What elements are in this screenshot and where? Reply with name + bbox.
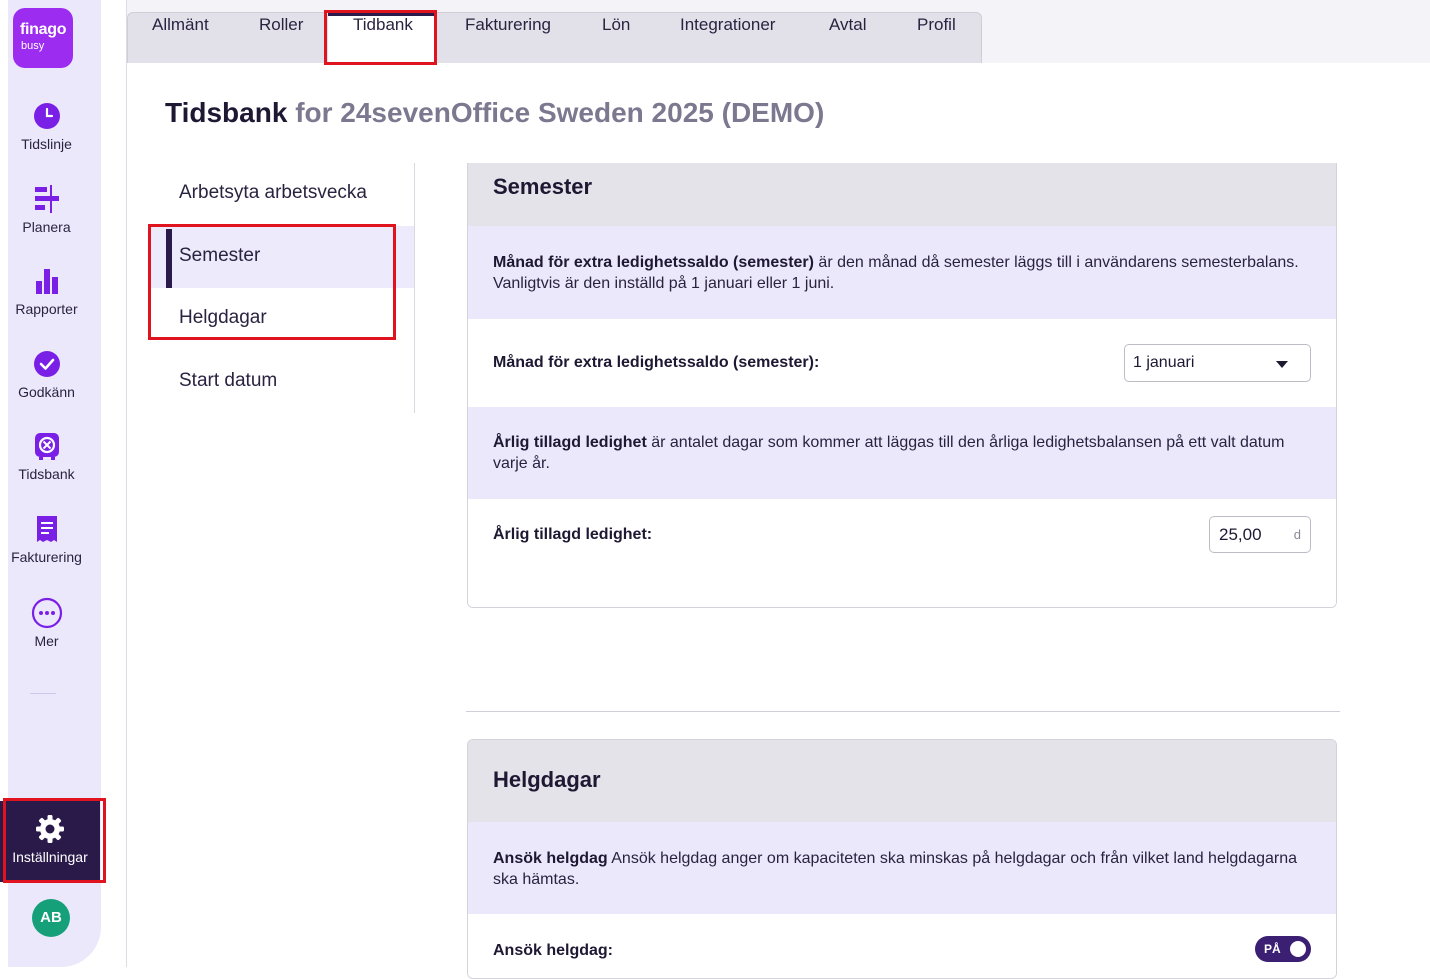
tab-integrationer[interactable]: Integrationer — [680, 15, 775, 35]
logo-product: busy — [21, 40, 45, 52]
sidebar-item-godkann[interactable]: Godkänn — [0, 348, 93, 400]
semester-card: Semester Månad för extra ledighetssaldo … — [467, 163, 1337, 608]
holiday-apply-toggle[interactable]: PÅ — [1255, 936, 1311, 962]
tab-profil[interactable]: Profil — [917, 15, 956, 35]
highlight-box-tab — [324, 10, 437, 65]
month-select-value: 1 januari — [1133, 354, 1195, 371]
holiday-info: Ansök helgdag Ansök helgdag anger om kap… — [468, 822, 1336, 914]
sidebar-item-rapporter[interactable]: Rapporter — [0, 265, 93, 317]
section-divider — [466, 711, 1340, 712]
sidebar-item-tidslinje[interactable]: Tidslinje — [0, 100, 93, 152]
highlight-box-side-menu — [148, 224, 396, 340]
sidebar-item-planera[interactable]: Planera — [0, 183, 93, 235]
highlight-box-settings — [3, 798, 106, 883]
main-border — [126, 0, 127, 967]
sidebar-item-label: Godkänn — [18, 384, 75, 400]
plan-icon — [34, 185, 59, 213]
annual-leave-label: Årlig tillagd ledighet: — [493, 526, 653, 543]
tab-lon[interactable]: Lön — [602, 15, 630, 35]
holiday-apply-label: Ansök helgdag: — [493, 942, 614, 959]
info-term: Ansök helgdag — [493, 850, 608, 867]
annual-leave-info: Årlig tillagd ledighet är antalet dagar … — [468, 407, 1336, 499]
holiday-apply-row: Ansök helgdag: PÅ — [468, 914, 1336, 978]
info-term: Årlig tillagd ledighet — [493, 434, 647, 451]
bar-chart-icon — [35, 269, 58, 294]
semester-month-info: Månad för extra ledighetssaldo (semester… — [468, 226, 1336, 319]
tab-avtal[interactable]: Avtal — [829, 15, 867, 35]
clock-icon — [33, 103, 60, 129]
sidebar-item-label: Fakturering — [11, 549, 82, 565]
info-term: Månad för extra ledighetssaldo (semester… — [493, 254, 814, 271]
tab-allmant[interactable]: Allmänt — [152, 15, 209, 35]
month-label: Månad för extra ledighetssaldo (semester… — [493, 354, 820, 371]
helgdagar-card: Helgdagar Ansök helgdag Ansök helgdag an… — [467, 739, 1337, 979]
tab-fakturering[interactable]: Fakturering — [465, 15, 551, 35]
timebank-icon — [34, 433, 59, 460]
tab-roller[interactable]: Roller — [259, 15, 303, 35]
logo-brand: finago — [20, 21, 67, 38]
invoice-icon — [36, 516, 57, 542]
month-select[interactable]: 1 januari — [1124, 344, 1311, 382]
finago-busy-logo[interactable]: finago busy — [13, 8, 73, 68]
annual-leave-input[interactable]: 25,00 d — [1209, 516, 1311, 553]
avatar[interactable]: AB — [32, 899, 70, 937]
toggle-knob — [1290, 941, 1306, 957]
check-circle-icon — [33, 351, 60, 377]
sidebar-item-label: Tidsbank — [18, 466, 75, 482]
page-title: Tidsbank for 24sevenOffice Sweden 2025 (… — [165, 97, 824, 129]
sidebar-item-tidsbank[interactable]: Tidsbank — [0, 430, 93, 482]
annual-leave-unit: d — [1293, 527, 1301, 542]
page-title-main: Tidsbank — [165, 97, 288, 128]
side-menu-border — [414, 163, 415, 413]
semester-card-title: Semester — [468, 163, 1336, 226]
sidebar-item-label: Planera — [22, 219, 71, 235]
side-menu-item-arbetsyta[interactable]: Arbetsyta arbetsvecka — [150, 182, 414, 204]
sidebar-item-label: Mer — [34, 633, 59, 649]
info-text: Ansök helgdag anger om kapaciteten ska m… — [493, 850, 1298, 888]
more-icon — [31, 597, 62, 629]
annual-leave-value: 25,00 — [1219, 525, 1262, 544]
semester-month-row: Månad för extra ledighetssaldo (semester… — [468, 319, 1336, 407]
sidebar-item-label: Tidslinje — [21, 136, 72, 152]
sidebar-item-mer[interactable]: Mer — [0, 597, 93, 649]
side-menu-item-start-datum[interactable]: Start datum — [150, 370, 414, 392]
page-title-company: for 24sevenOffice Sweden 2025 (DEMO) — [295, 97, 825, 128]
chevron-down-icon — [1276, 361, 1288, 368]
helgdagar-card-title: Helgdagar — [468, 740, 1336, 822]
annual-leave-row: Årlig tillagd ledighet: 25,00 d — [468, 499, 1336, 607]
sidebar-divider — [30, 693, 56, 694]
toggle-label: PÅ — [1264, 942, 1281, 956]
sidebar-item-fakturering[interactable]: Fakturering — [0, 513, 93, 565]
sidebar-item-label: Rapporter — [15, 301, 78, 317]
